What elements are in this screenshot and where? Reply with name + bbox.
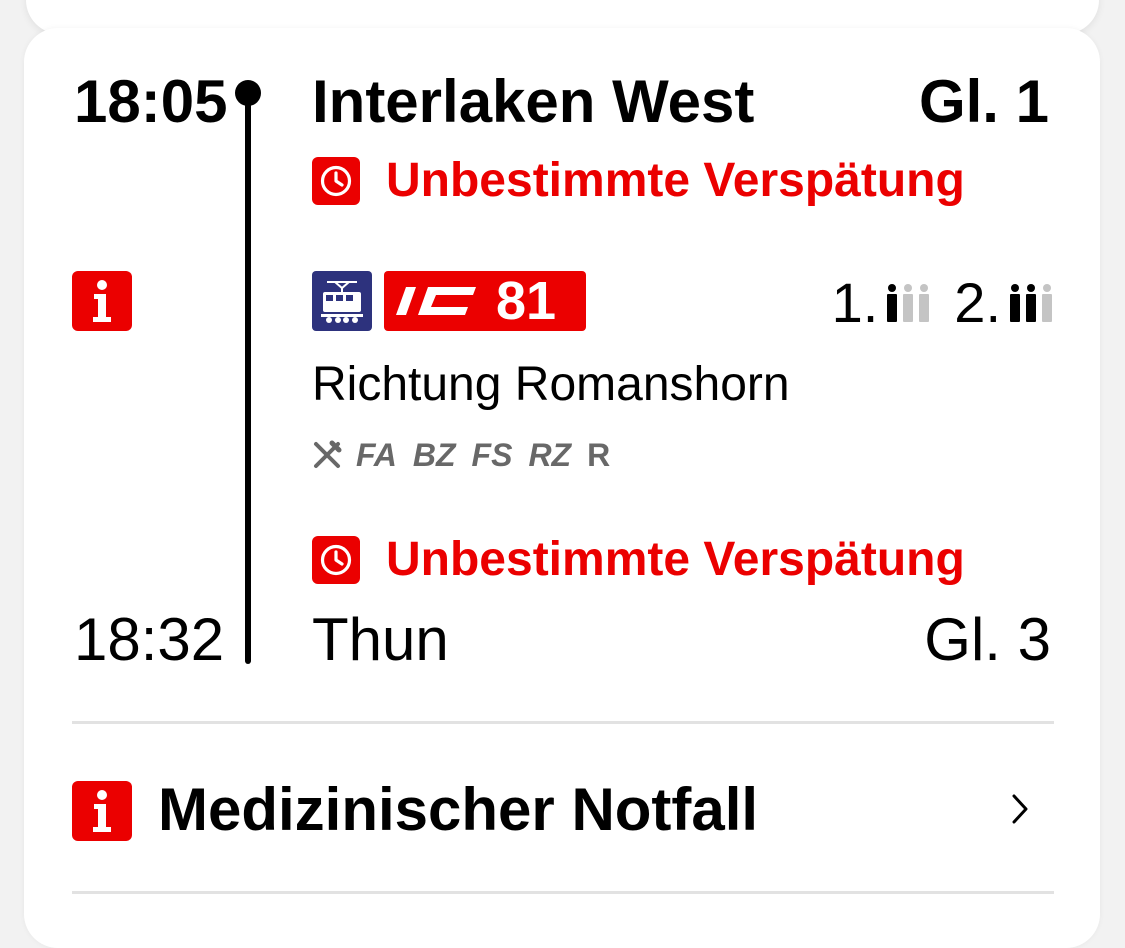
clock-icon xyxy=(312,536,360,584)
departure-delay-text: Unbestimmte Verspätung xyxy=(386,154,965,207)
first-class-label: 1. xyxy=(831,271,879,334)
route-line xyxy=(245,98,251,664)
departure-time: 18:05 xyxy=(74,68,228,135)
divider xyxy=(72,721,1054,724)
departure-delay: Unbestimmte Verspätung xyxy=(312,157,965,205)
first-class-occupancy xyxy=(884,283,932,323)
train-features: FA BZ FS RZ R xyxy=(312,437,626,473)
locomotive-icon xyxy=(312,271,372,331)
chevron-right-icon xyxy=(1010,792,1030,831)
arrival-delay-text: Unbestimmte Verspätung xyxy=(386,533,965,586)
train-direction: Richtung Romanshorn xyxy=(312,358,790,411)
info-icon xyxy=(72,781,132,841)
arrival-time: 18:32 xyxy=(74,606,225,673)
arrival-station: Thun xyxy=(312,606,449,673)
feature-rz: RZ xyxy=(528,437,572,473)
divider xyxy=(72,891,1054,894)
occupancy: 1. 2. xyxy=(832,273,1055,333)
train-badges: 81 xyxy=(312,271,586,331)
cutlery-icon xyxy=(312,440,342,470)
info-icon[interactable] xyxy=(72,271,132,331)
clock-icon xyxy=(312,157,360,205)
feature-r: R xyxy=(587,437,611,473)
ic-category-logo xyxy=(396,287,476,315)
line-number: 81 xyxy=(496,271,557,331)
arrival-platform: Gl. 3 xyxy=(924,606,1051,673)
route-start-dot xyxy=(235,80,261,106)
notice-row[interactable]: Medizinischer Notfall xyxy=(72,750,1054,870)
second-class-occupancy xyxy=(1007,283,1055,323)
second-class-label: 2. xyxy=(954,271,1001,334)
feature-bz: BZ xyxy=(412,437,456,473)
departure-station: Interlaken West xyxy=(312,68,755,135)
feature-fa: FA xyxy=(356,437,397,473)
line-badge: 81 xyxy=(384,271,586,331)
notice-title: Medizinischer Notfall xyxy=(158,776,759,843)
departure-platform: Gl. 1 xyxy=(918,68,1049,135)
arrival-delay: Unbestimmte Verspätung xyxy=(312,536,965,584)
feature-fs: FS xyxy=(471,437,513,473)
